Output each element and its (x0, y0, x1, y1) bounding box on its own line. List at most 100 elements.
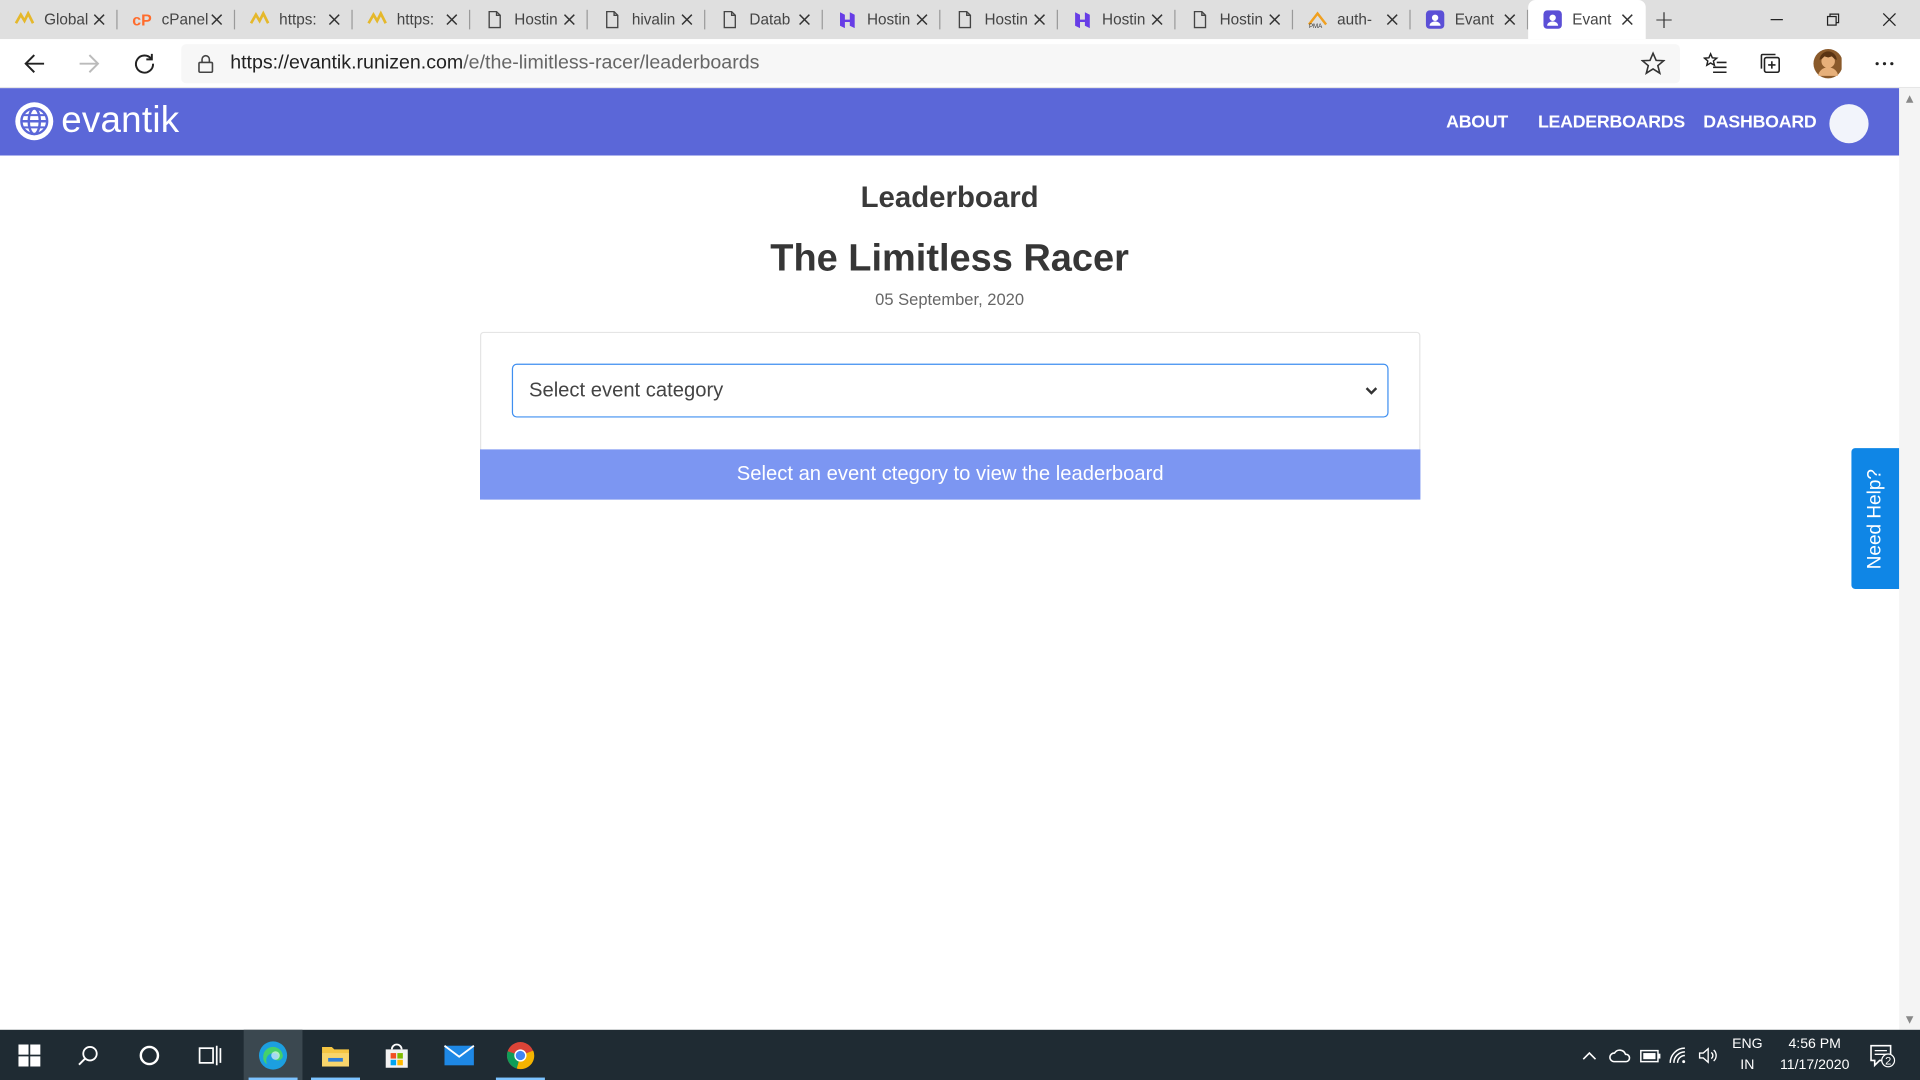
minimize-button[interactable] (1749, 0, 1805, 39)
cpanel-icon: cP (132, 10, 152, 30)
browser-tab[interactable]: Global (0, 0, 118, 39)
user-avatar[interactable] (1829, 104, 1869, 144)
start-button[interactable] (0, 1030, 59, 1080)
nav-about[interactable]: ABOUT (1446, 113, 1508, 133)
scroll-down-icon[interactable]: ▼ (1899, 1009, 1920, 1030)
info-banner: Select an event ctegory to view the lead… (480, 449, 1421, 500)
tab-close-icon[interactable] (561, 11, 578, 28)
tab-close-icon[interactable] (326, 11, 343, 28)
volume-tray[interactable] (1695, 1030, 1722, 1080)
address-bar[interactable]: https://evantik.runizen.com/e/the-limitl… (181, 44, 1681, 84)
taskbar-edge[interactable] (243, 1029, 303, 1080)
select-placeholder: Select event category (528, 378, 724, 402)
tab-close-icon[interactable] (796, 11, 813, 28)
tab-close-icon[interactable] (91, 11, 108, 28)
event-title: The Limitless Racer (770, 236, 1129, 280)
action-center-button[interactable]: 2 (1864, 1030, 1901, 1080)
tab-title: Evant (1454, 11, 1494, 29)
tab-title: Evant (1572, 11, 1612, 29)
url-host: https://evantik.runizen.com (230, 52, 464, 74)
browser-tab[interactable]: Datab (705, 0, 823, 39)
browser-tab[interactable]: Hostin (470, 0, 588, 39)
browser-tab[interactable]: Hostin (1058, 0, 1176, 39)
browser-tab[interactable]: Evant (1411, 0, 1529, 39)
more-options-icon[interactable] (1870, 49, 1899, 78)
tab-close-icon[interactable] (913, 11, 930, 28)
browser-tab[interactable]: Hostin (823, 0, 941, 39)
leaderboard-card: Select event category Select an event ct… (480, 331, 1421, 500)
forward-button[interactable] (71, 45, 108, 82)
tab-title: Hostin (1102, 11, 1146, 29)
start-icon (18, 1043, 41, 1066)
forward-arrow-icon (79, 54, 100, 73)
language-indicator[interactable]: ENG IN (1727, 1030, 1769, 1080)
collections-icon[interactable] (1756, 49, 1785, 78)
tab-close-icon[interactable] (1031, 11, 1048, 28)
browser-toolbar: https://evantik.runizen.com/e/the-limitl… (0, 39, 1920, 89)
task-view-icon (198, 1045, 222, 1065)
tab-close-icon[interactable] (678, 11, 695, 28)
tab-title: Hostin (1219, 11, 1263, 29)
browser-tab[interactable]: Evant (1528, 0, 1646, 40)
need-help-button[interactable]: Need Help? (1851, 448, 1900, 589)
taskbar-task-view[interactable] (181, 1030, 240, 1080)
tab-close-icon[interactable] (443, 11, 460, 28)
event-category-select[interactable]: Select event category (511, 363, 1389, 418)
tab-title: Hostin (866, 11, 911, 29)
tab-close-icon[interactable] (1501, 11, 1518, 28)
browser-tab[interactable]: cP cPanel (118, 0, 236, 39)
clock[interactable]: 4:56 PM 11/17/2020 (1771, 1030, 1859, 1080)
onedrive-tray[interactable] (1607, 1030, 1634, 1080)
tab-close-icon[interactable] (1266, 11, 1283, 28)
battery-icon (1640, 1049, 1661, 1062)
browser-tab[interactable]: hivalin (588, 0, 706, 39)
taskbar-search[interactable] (59, 1030, 118, 1080)
evantik-icon (1543, 10, 1563, 30)
page-scrollbar[interactable]: ▲ ▼ (1899, 88, 1920, 1030)
close-window-button[interactable] (1861, 0, 1917, 39)
profile-avatar-icon[interactable] (1812, 48, 1842, 79)
back-button[interactable] (16, 45, 53, 82)
page-title: Leaderboard (860, 181, 1039, 215)
refresh-button[interactable] (126, 45, 163, 82)
battery-tray[interactable] (1637, 1030, 1664, 1080)
taskbar-chrome[interactable] (491, 1030, 550, 1080)
page-icon (602, 10, 622, 30)
nav-dashboard[interactable]: DASHBOARD (1703, 113, 1816, 133)
hostinger-wing-icon (249, 10, 270, 30)
file-explorer-icon (322, 1046, 349, 1066)
clock-time: 4:56 PM (1788, 1036, 1841, 1052)
favorites-list-icon[interactable] (1701, 49, 1730, 78)
page-icon (485, 10, 505, 30)
scroll-up-icon[interactable]: ▲ (1899, 88, 1920, 109)
wifi-tray[interactable] (1667, 1030, 1694, 1080)
taskbar-cortana[interactable] (120, 1030, 179, 1080)
chevron-up-icon (1582, 1051, 1597, 1060)
browser-tab[interactable]: Hostin (940, 0, 1058, 39)
new-tab-button[interactable]: + (1646, 0, 1683, 39)
show-hidden-icons[interactable] (1577, 1030, 1601, 1080)
taskbar-mail[interactable] (430, 1030, 489, 1080)
tab-close-icon[interactable] (1149, 11, 1166, 28)
browser-tab[interactable]: https: (235, 0, 353, 39)
browser-tab[interactable]: https: (353, 0, 471, 39)
tab-close-icon[interactable] (208, 11, 225, 28)
hostinger-h-icon (838, 10, 858, 30)
wifi-icon (1669, 1046, 1686, 1063)
taskbar-file-explorer[interactable] (306, 1030, 365, 1080)
favorite-star-icon[interactable] (1640, 51, 1666, 80)
taskbar-store[interactable] (367, 1030, 426, 1080)
restore-button[interactable] (1805, 0, 1861, 39)
nav-leaderboards[interactable]: LEADERBOARDS (1538, 113, 1685, 133)
browser-tab[interactable]: PMA auth- (1293, 0, 1411, 39)
tab-close-icon[interactable] (1384, 11, 1401, 28)
notification-count: 2 (1885, 1055, 1891, 1067)
edge-icon (258, 1040, 288, 1069)
mail-icon (443, 1044, 475, 1065)
tab-title: Datab (749, 11, 791, 29)
lock-icon (181, 54, 230, 74)
evantik-icon (1425, 10, 1445, 30)
brand-logo[interactable]: evantik (15, 100, 180, 142)
tab-close-icon[interactable] (1619, 11, 1636, 28)
browser-tab[interactable]: Hostin (1176, 0, 1294, 39)
